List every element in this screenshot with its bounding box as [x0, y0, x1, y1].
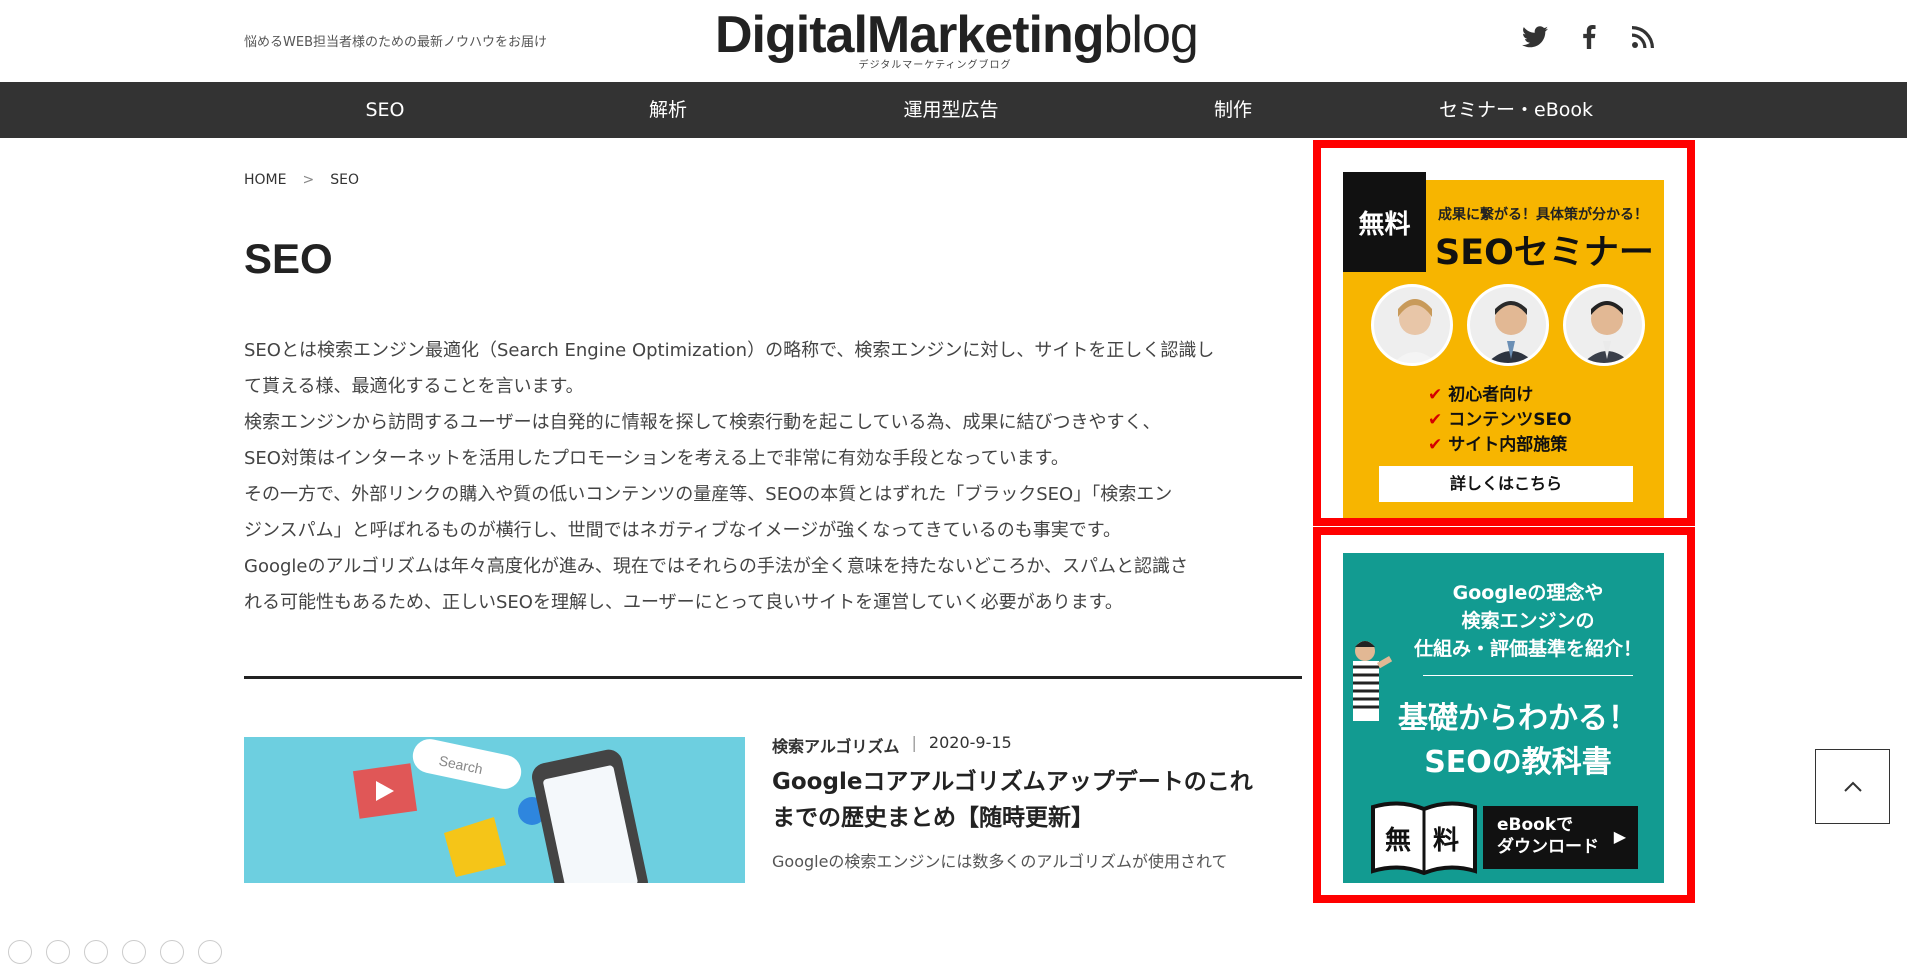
check-icon: ✔: [1428, 385, 1443, 405]
bottom-dots: [8, 940, 222, 964]
page-title: SEO: [244, 235, 333, 282]
speaker-photos: [1371, 284, 1645, 366]
site-tagline: 悩めるWEB担当者様のための最新ノウハウをお届け: [244, 35, 547, 50]
description-line: SEOとは検索エンジン最適化（Search Engine Optimizatio…: [244, 340, 1215, 361]
dot: [122, 940, 146, 964]
description-line: 検索エンジンから訪問するユーザーは自発的に情報を探して検索行動を起こしている為、…: [244, 412, 1161, 433]
seminar-subtitle: 成果に繋がる！具体策が分かる！: [1438, 207, 1648, 223]
speaker-avatar: [1371, 284, 1453, 366]
description-line: ジンスパム」と呼ばれるものが横行し、世間ではネガティブなイメージが強くなってきて…: [244, 520, 1121, 541]
logo-light-text: blog: [1103, 6, 1199, 64]
category-description: SEOとは検索エンジン最適化（Search Engine Optimizatio…: [244, 333, 1304, 621]
section-divider: [244, 676, 1302, 679]
breadcrumb: HOME > SEO: [244, 172, 359, 188]
nav-item-seminar-ebook[interactable]: セミナー・eBook: [1396, 82, 1636, 138]
breadcrumb-separator: >: [302, 172, 315, 188]
chevron-up-icon: [1843, 781, 1862, 792]
nav-item-ads[interactable]: 運用型広告: [831, 82, 1071, 138]
seo-seminar-banner[interactable]: 無料 成果に繋がる！具体策が分かる！ SEOセミナー ✔ 初心者向け ✔ コンテンツ…: [1343, 172, 1664, 518]
seminar-checklist: ✔ 初心者向け ✔ コンテンツSEO ✔ サイト内部施策: [1428, 383, 1572, 458]
speaker-avatar: [1467, 284, 1549, 366]
checklist-item: ✔ サイト内部施策: [1428, 435, 1568, 455]
back-to-top-button[interactable]: [1815, 749, 1890, 824]
checklist-item: ✔ コンテンツSEO: [1428, 410, 1572, 430]
seminar-details-button[interactable]: 詳しくはこちら: [1379, 466, 1633, 502]
ebook-download-button[interactable]: eBookで ダウンロード ▶: [1483, 806, 1638, 869]
site-logo[interactable]: DigitalMarketingblog デジタルマーケティングブログ: [715, 6, 1199, 71]
ebook-divider: [1423, 675, 1633, 676]
play-arrow-icon: ▶: [1613, 827, 1626, 846]
ebook-title: 基礎からわかる！ SEOの教科書: [1398, 701, 1638, 780]
dot: [160, 940, 184, 964]
meta-separator: |: [911, 733, 917, 752]
book-char: 料: [1433, 826, 1459, 856]
dot: [46, 940, 70, 964]
site-header: 悩めるWEB担当者様のための最新ノウハウをお届け DigitalMarketin…: [0, 0, 1907, 82]
checklist-item: ✔ 初心者向け: [1428, 385, 1534, 405]
dot: [8, 940, 32, 964]
description-line: その一方で、外部リンクの購入や質の低いコンテンツの量産等、SEOの本質とはずれた…: [244, 484, 1173, 505]
ebook-lead: Googleの理念や 検索エンジンの 仕組み・評価基準を紹介！: [1413, 582, 1642, 660]
description-line: れる可能性もあるため、正しいSEOを理解し、ユーザーにとって良いサイトを運営して…: [244, 592, 1123, 613]
breadcrumb-home[interactable]: HOME: [244, 172, 286, 188]
article-thumbnail[interactable]: Search: [244, 737, 745, 883]
dot: [84, 940, 108, 964]
seminar-title: SEOセミナー: [1435, 233, 1654, 273]
description-line: Googleのアルゴリズムは年々高度化が進み、現在ではそれらの手法が全く意味を持…: [244, 556, 1189, 577]
main-nav: SEO 解析 運用型広告 制作 セミナー・eBook: [0, 82, 1907, 138]
open-book-icon: 無料: [1369, 799, 1479, 877]
facebook-icon[interactable]: [1574, 22, 1604, 52]
article-title[interactable]: Googleコアアルゴリズムアップデートのこれまでの歴史まとめ【随時更新】: [772, 764, 1272, 836]
dot: [198, 940, 222, 964]
speaker-avatar: [1563, 284, 1645, 366]
book-char: 無: [1385, 826, 1411, 856]
article-date: 2020-9-15: [928, 733, 1012, 752]
rss-icon[interactable]: [1628, 22, 1658, 52]
twitter-icon[interactable]: [1520, 22, 1550, 52]
description-line: て貰える様、最適化することを言います。: [244, 376, 584, 397]
article-category[interactable]: 検索アルゴリズム: [772, 733, 900, 757]
nav-item-analytics[interactable]: 解析: [548, 82, 788, 138]
article-meta: 検索アルゴリズム | 2020-9-15: [772, 733, 1012, 757]
breadcrumb-current: SEO: [330, 172, 359, 188]
check-icon: ✔: [1428, 410, 1443, 430]
check-icon: ✔: [1428, 435, 1443, 455]
article-excerpt: Googleの検索エンジンには数多くのアルゴリズムが使用されて: [772, 852, 1228, 871]
description-line: SEO対策はインターネットを活用したプロモーションを考える上で非常に有効な手段と…: [244, 448, 1069, 469]
seo-ebook-banner[interactable]: Googleの理念や 検索エンジンの 仕組み・評価基準を紹介！ 基礎からわかる！…: [1343, 553, 1664, 883]
free-tag: 無料: [1343, 172, 1426, 272]
nav-item-seo[interactable]: SEO: [265, 82, 505, 138]
nav-item-production[interactable]: 制作: [1113, 82, 1353, 138]
social-links: [1520, 22, 1658, 52]
